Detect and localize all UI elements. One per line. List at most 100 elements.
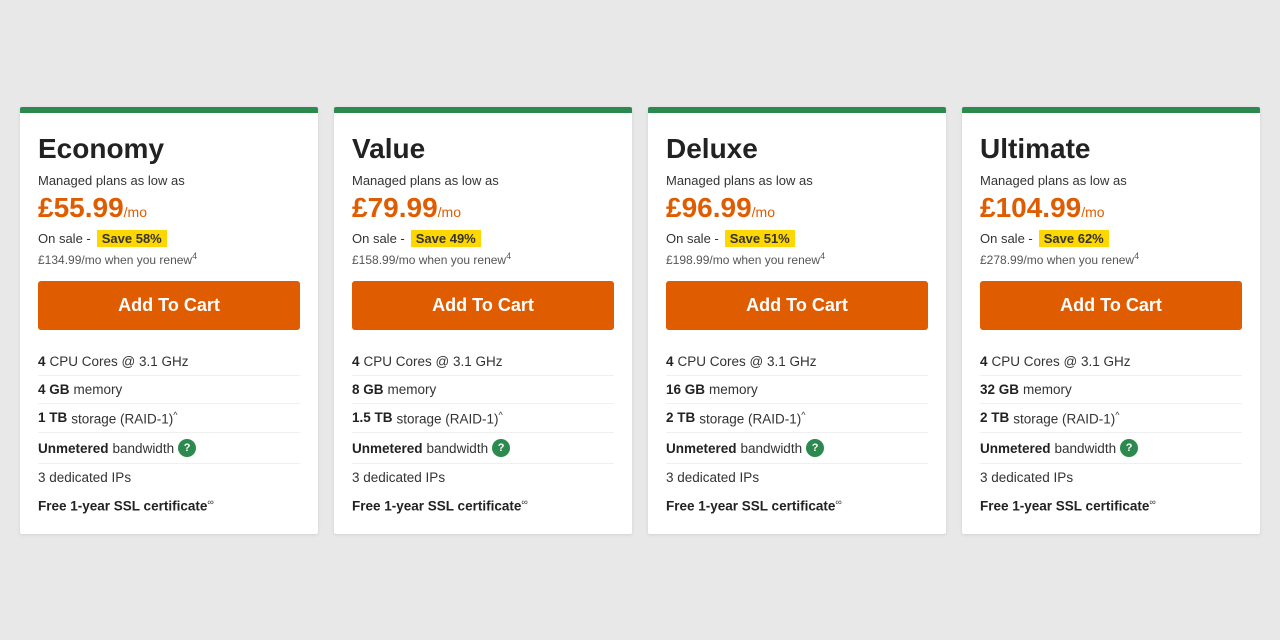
spec-rest: memory xyxy=(74,382,123,397)
spec-rest: CPU Cores @ 3.1 GHz xyxy=(50,354,189,369)
spec-list-economy: 4 CPU Cores @ 3.1 GHz 4 GB memory 1 TB s… xyxy=(38,348,300,492)
spec-bold: 32 GB xyxy=(980,382,1019,397)
spec-rest: bandwidth xyxy=(741,441,803,456)
ssl-item-deluxe: Free 1-year SSL certificate∞ xyxy=(666,491,928,514)
plan-name-economy: Economy xyxy=(38,133,300,165)
spec-rest: bandwidth xyxy=(427,441,489,456)
spec-rest: bandwidth xyxy=(113,441,175,456)
plan-price-mo-economy: /mo xyxy=(124,204,147,220)
plan-price-deluxe: £96.99 xyxy=(666,192,752,223)
plan-card-ultimate: Ultimate Managed plans as low as £104.99… xyxy=(962,107,1260,534)
save-badge-ultimate: Save 62% xyxy=(1039,230,1109,247)
spec-list-value: 4 CPU Cores @ 3.1 GHz 8 GB memory 1.5 TB… xyxy=(352,348,614,492)
spec-item: 4 CPU Cores @ 3.1 GHz xyxy=(38,348,300,376)
ssl-label-ultimate: Free 1-year SSL certificate xyxy=(980,499,1149,514)
plan-name-value: Value xyxy=(352,133,614,165)
spec-rest: memory xyxy=(1023,382,1072,397)
spec-bold: 4 xyxy=(352,354,360,369)
save-badge-deluxe: Save 51% xyxy=(725,230,795,247)
add-to-cart-button-economy[interactable]: Add To Cart xyxy=(38,281,300,330)
sale-text-economy: On sale - xyxy=(38,231,91,246)
spec-rest: CPU Cores @ 3.1 GHz xyxy=(678,354,817,369)
plan-renew-value: £158.99/mo when you renew4 xyxy=(352,251,614,267)
spec-item: Unmetered bandwidth? xyxy=(38,433,300,464)
spec-bold: 4 xyxy=(980,354,988,369)
spec-item: Unmetered bandwidth? xyxy=(352,433,614,464)
spec-bold: Unmetered xyxy=(980,441,1051,456)
save-badge-economy: Save 58% xyxy=(97,230,167,247)
dedicated-ips-item-value: 3 dedicated IPs xyxy=(352,464,614,491)
spec-bold: 4 GB xyxy=(38,382,70,397)
ssl-item-ultimate: Free 1-year SSL certificate∞ xyxy=(980,491,1242,514)
plan-card-value: Value Managed plans as low as £79.99/mo … xyxy=(334,107,632,534)
spec-rest: memory xyxy=(709,382,758,397)
plan-price-row-deluxe: £96.99/mo xyxy=(666,192,928,224)
spec-item: 4 GB memory xyxy=(38,376,300,404)
spec-item: 2 TB storage (RAID-1)^ xyxy=(666,404,928,434)
save-badge-value: Save 49% xyxy=(411,230,481,247)
spec-rest: CPU Cores @ 3.1 GHz xyxy=(992,354,1131,369)
plan-sale-row-value: On sale - Save 49% xyxy=(352,230,614,247)
spec-bold: Unmetered xyxy=(38,441,109,456)
plan-price-mo-value: /mo xyxy=(438,204,461,220)
spec-bold: 16 GB xyxy=(666,382,705,397)
spec-bold: 8 GB xyxy=(352,382,384,397)
plan-renew-economy: £134.99/mo when you renew4 xyxy=(38,251,300,267)
spec-item: Unmetered bandwidth? xyxy=(666,433,928,464)
plan-card-economy: Economy Managed plans as low as £55.99/m… xyxy=(20,107,318,534)
sale-text-value: On sale - xyxy=(352,231,405,246)
plan-tagline-ultimate: Managed plans as low as xyxy=(980,173,1242,188)
plan-name-deluxe: Deluxe xyxy=(666,133,928,165)
plan-sale-row-ultimate: On sale - Save 62% xyxy=(980,230,1242,247)
spec-rest: storage (RAID-1)^ xyxy=(397,410,503,427)
plan-renew-deluxe: £198.99/mo when you renew4 xyxy=(666,251,928,267)
spec-item: 16 GB memory xyxy=(666,376,928,404)
spec-rest: CPU Cores @ 3.1 GHz xyxy=(364,354,503,369)
plan-price-value: £79.99 xyxy=(352,192,438,223)
spec-item: Unmetered bandwidth? xyxy=(980,433,1242,464)
spec-list-ultimate: 4 CPU Cores @ 3.1 GHz 32 GB memory 2 TB … xyxy=(980,348,1242,492)
plan-price-row-ultimate: £104.99/mo xyxy=(980,192,1242,224)
dedicated-ips-item-ultimate: 3 dedicated IPs xyxy=(980,464,1242,491)
spec-item: 1 TB storage (RAID-1)^ xyxy=(38,404,300,434)
plan-price-mo-deluxe: /mo xyxy=(752,204,775,220)
plan-tagline-deluxe: Managed plans as low as xyxy=(666,173,928,188)
add-to-cart-button-value[interactable]: Add To Cart xyxy=(352,281,614,330)
plan-content-ultimate: Ultimate Managed plans as low as £104.99… xyxy=(962,113,1260,534)
plan-content-economy: Economy Managed plans as low as £55.99/m… xyxy=(20,113,318,534)
plan-renew-ultimate: £278.99/mo when you renew4 xyxy=(980,251,1242,267)
plans-container: Economy Managed plans as low as £55.99/m… xyxy=(20,107,1260,534)
spec-rest: storage (RAID-1)^ xyxy=(71,410,177,427)
spec-rest: storage (RAID-1)^ xyxy=(699,410,805,427)
spec-bold: 1 TB xyxy=(38,410,67,425)
plan-sale-row-deluxe: On sale - Save 51% xyxy=(666,230,928,247)
ssl-label-value: Free 1-year SSL certificate xyxy=(352,499,521,514)
spec-bold: Unmetered xyxy=(352,441,423,456)
dedicated-ips-item-deluxe: 3 dedicated IPs xyxy=(666,464,928,491)
sale-text-deluxe: On sale - xyxy=(666,231,719,246)
spec-bold: 2 TB xyxy=(980,410,1009,425)
plan-sale-row-economy: On sale - Save 58% xyxy=(38,230,300,247)
spec-rest: memory xyxy=(388,382,437,397)
plan-tagline-value: Managed plans as low as xyxy=(352,173,614,188)
spec-item: 4 CPU Cores @ 3.1 GHz xyxy=(666,348,928,376)
spec-bold: Unmetered xyxy=(666,441,737,456)
spec-item: 4 CPU Cores @ 3.1 GHz xyxy=(980,348,1242,376)
bandwidth-help-icon[interactable]: ? xyxy=(806,439,824,457)
bandwidth-help-icon[interactable]: ? xyxy=(1120,439,1138,457)
spec-rest: bandwidth xyxy=(1055,441,1117,456)
spec-bold: 1.5 TB xyxy=(352,410,393,425)
add-to-cart-button-deluxe[interactable]: Add To Cart xyxy=(666,281,928,330)
plan-price-ultimate: £104.99 xyxy=(980,192,1081,223)
spec-item: 4 CPU Cores @ 3.1 GHz xyxy=(352,348,614,376)
bandwidth-help-icon[interactable]: ? xyxy=(178,439,196,457)
spec-item: 8 GB memory xyxy=(352,376,614,404)
ssl-item-economy: Free 1-year SSL certificate∞ xyxy=(38,491,300,514)
plan-name-ultimate: Ultimate xyxy=(980,133,1242,165)
add-to-cart-button-ultimate[interactable]: Add To Cart xyxy=(980,281,1242,330)
spec-item: 2 TB storage (RAID-1)^ xyxy=(980,404,1242,434)
spec-list-deluxe: 4 CPU Cores @ 3.1 GHz 16 GB memory 2 TB … xyxy=(666,348,928,492)
bandwidth-help-icon[interactable]: ? xyxy=(492,439,510,457)
spec-bold: 4 xyxy=(666,354,674,369)
plan-tagline-economy: Managed plans as low as xyxy=(38,173,300,188)
